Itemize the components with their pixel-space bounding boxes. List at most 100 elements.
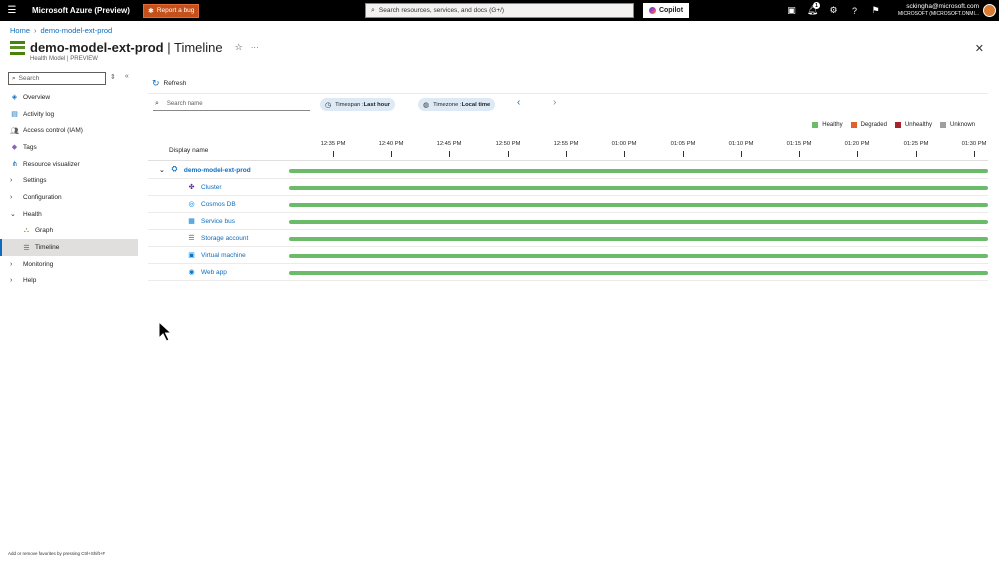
- sidebar-item-label: Timeline: [35, 244, 60, 252]
- row-name: demo-model-ext-prod: [183, 166, 251, 174]
- page-title-separator: |: [163, 40, 174, 55]
- collapse-sidebar-icon[interactable]: «: [125, 73, 129, 81]
- report-bug-button[interactable]: ✱ Report a bug: [142, 3, 200, 18]
- sidebar-item-label: Help: [23, 277, 37, 285]
- clock-icon: ◷: [325, 101, 332, 109]
- legend-degraded: Degraded: [850, 122, 887, 128]
- timezone-filter[interactable]: ◍ Timezone : Local time: [418, 98, 496, 111]
- sidebar-item-label: Configuration: [23, 193, 62, 201]
- sidebar-item-health[interactable]: ⌄ Health: [0, 206, 138, 223]
- sidebar-item-label: Settings: [23, 177, 47, 185]
- sidebar-search-input[interactable]: ⌕ Search: [8, 72, 106, 85]
- health-status-bar[interactable]: [289, 237, 988, 241]
- report-bug-label: Report a bug: [156, 7, 195, 14]
- legend-unhealthy: Unhealthy: [894, 122, 932, 128]
- row-root-label[interactable]: ⌄ ⛭ demo-model-ext-prod: [159, 166, 251, 175]
- storage-account-icon: ☰: [188, 235, 195, 242]
- settings-gear-icon[interactable]: ⚙: [823, 0, 844, 21]
- time-tick: 01:25 PM: [896, 141, 936, 157]
- table-row: ✤ Cluster: [148, 179, 988, 196]
- health-status-bar[interactable]: [289, 203, 988, 207]
- avatar[interactable]: [983, 4, 996, 17]
- time-tick: 12:55 PM: [546, 141, 586, 157]
- favorites-hint: Add or remove favorites by pressing Ctrl…: [8, 551, 106, 556]
- row-label[interactable]: ◎ Cosmos DB: [187, 200, 235, 209]
- row-label[interactable]: ▦ Service bus: [187, 217, 235, 226]
- sidebar-item-help[interactable]: › Help: [0, 273, 138, 290]
- breadcrumb-separator-icon: ›: [34, 26, 37, 35]
- portal-brand[interactable]: Microsoft Azure (Preview): [32, 6, 130, 15]
- sidebar-item-tags[interactable]: ◆ Tags: [0, 139, 138, 156]
- timespan-label: Timespan :: [335, 101, 364, 108]
- health-status-bar[interactable]: [289, 169, 988, 173]
- table-row: ☰ Storage account: [148, 230, 988, 247]
- sidebar-item-overview[interactable]: ◈ Overview: [0, 89, 138, 106]
- more-options-icon[interactable]: ···: [251, 43, 259, 52]
- row-label[interactable]: ✤ Cluster: [187, 183, 222, 192]
- feedback-icon[interactable]: ⚑: [865, 0, 886, 21]
- breadcrumb-resource[interactable]: demo-model-ext-prod: [41, 26, 113, 35]
- refresh-button[interactable]: ↻ Refresh: [152, 78, 186, 89]
- legend-unknown: Unknown: [939, 122, 975, 128]
- timespan-filter[interactable]: ◷ Timespan : Last hour: [320, 98, 395, 111]
- page-title: demo-model-ext-prod | Timeline: [30, 40, 223, 55]
- copilot-button[interactable]: Copilot: [643, 3, 689, 18]
- sidebar-item-monitoring[interactable]: › Monitoring: [0, 256, 138, 273]
- health-model-resource-icon: [10, 40, 25, 55]
- health-status-bar[interactable]: [289, 220, 988, 224]
- sidebar-item-configuration[interactable]: › Configuration: [0, 189, 138, 206]
- sidebar-search-placeholder: Search: [18, 75, 40, 82]
- name-search-input[interactable]: ⌕ Search name: [153, 98, 310, 111]
- sidebar-item-activity-log[interactable]: ▤ Activity log: [0, 106, 138, 123]
- web-app-icon: ◉: [188, 269, 195, 276]
- table-row: ◉ Web app: [148, 264, 988, 281]
- time-tick: 12:45 PM: [429, 141, 469, 157]
- refresh-label: Refresh: [163, 80, 187, 87]
- search-icon: ⌕: [371, 6, 375, 14]
- notification-badge: 1: [813, 2, 820, 9]
- sidebar-item-resource-visualizer[interactable]: ⋔ Resource visualizer: [0, 156, 138, 173]
- breadcrumb-home[interactable]: Home: [10, 26, 30, 35]
- hamburger-menu-icon[interactable]: ☰: [0, 0, 24, 21]
- sidebar-item-label: Overview: [23, 93, 51, 101]
- health-status-bar[interactable]: [289, 254, 988, 258]
- page-title-section: Timeline: [174, 40, 223, 55]
- help-icon[interactable]: ?: [844, 0, 865, 21]
- health-status-bar[interactable]: [289, 271, 988, 275]
- favorite-star-icon[interactable]: ☆: [235, 42, 243, 53]
- time-tick: 01:00 PM: [604, 141, 644, 157]
- health-status-bar[interactable]: [289, 186, 988, 190]
- table-row: ⌄ ⛭ demo-model-ext-prod: [148, 162, 988, 179]
- iam-icon: 👥︎: [10, 127, 19, 135]
- sidebar-item-access-control[interactable]: 👥︎ Access control (IAM): [0, 122, 138, 139]
- expand-collapse-icon[interactable]: ⇕: [110, 73, 116, 81]
- legend-swatch: [850, 122, 857, 128]
- legend-label: Healthy: [822, 122, 843, 128]
- cloud-shell-icon[interactable]: ▣: [781, 0, 802, 21]
- row-label[interactable]: ▣ Virtual machine: [187, 251, 246, 260]
- table-row: ▦ Service bus: [148, 213, 988, 230]
- global-search-input[interactable]: ⌕ Search resources, services, and docs (…: [365, 3, 634, 18]
- row-name: Service bus: [201, 217, 235, 225]
- close-icon[interactable]: ✕: [975, 42, 984, 55]
- sidebar-item-graph[interactable]: ⛬ Graph: [0, 223, 138, 240]
- cluster-icon: ✤: [188, 184, 195, 191]
- legend-swatch: [812, 122, 819, 128]
- account-info[interactable]: sckingha@microsoft.com MICROSOFT (MICROS…: [898, 3, 979, 18]
- service-bus-icon: ▦: [188, 218, 195, 225]
- account-tenant: MICROSOFT (MICROSOFT.ONMI...: [897, 10, 979, 17]
- next-period-icon[interactable]: ›: [553, 97, 556, 108]
- sidebar-item-label: Graph: [35, 227, 54, 235]
- sidebar-item-timeline[interactable]: ☰ Timeline: [0, 239, 138, 256]
- sidebar-item-settings[interactable]: › Settings: [0, 172, 138, 189]
- previous-period-icon[interactable]: ‹: [517, 97, 520, 108]
- chevron-down-icon[interactable]: ⌄: [159, 166, 165, 174]
- row-label[interactable]: ◉ Web app: [187, 268, 226, 277]
- mouse-cursor-icon: [158, 321, 173, 342]
- row-label[interactable]: ☰ Storage account: [187, 234, 248, 243]
- activity-log-icon: ▤: [11, 111, 18, 119]
- chevron-right-icon: ›: [10, 260, 13, 268]
- chevron-right-icon: ›: [10, 193, 13, 201]
- notifications-icon[interactable]: 🔔︎ 1: [802, 0, 823, 21]
- chevron-right-icon: ›: [10, 177, 13, 185]
